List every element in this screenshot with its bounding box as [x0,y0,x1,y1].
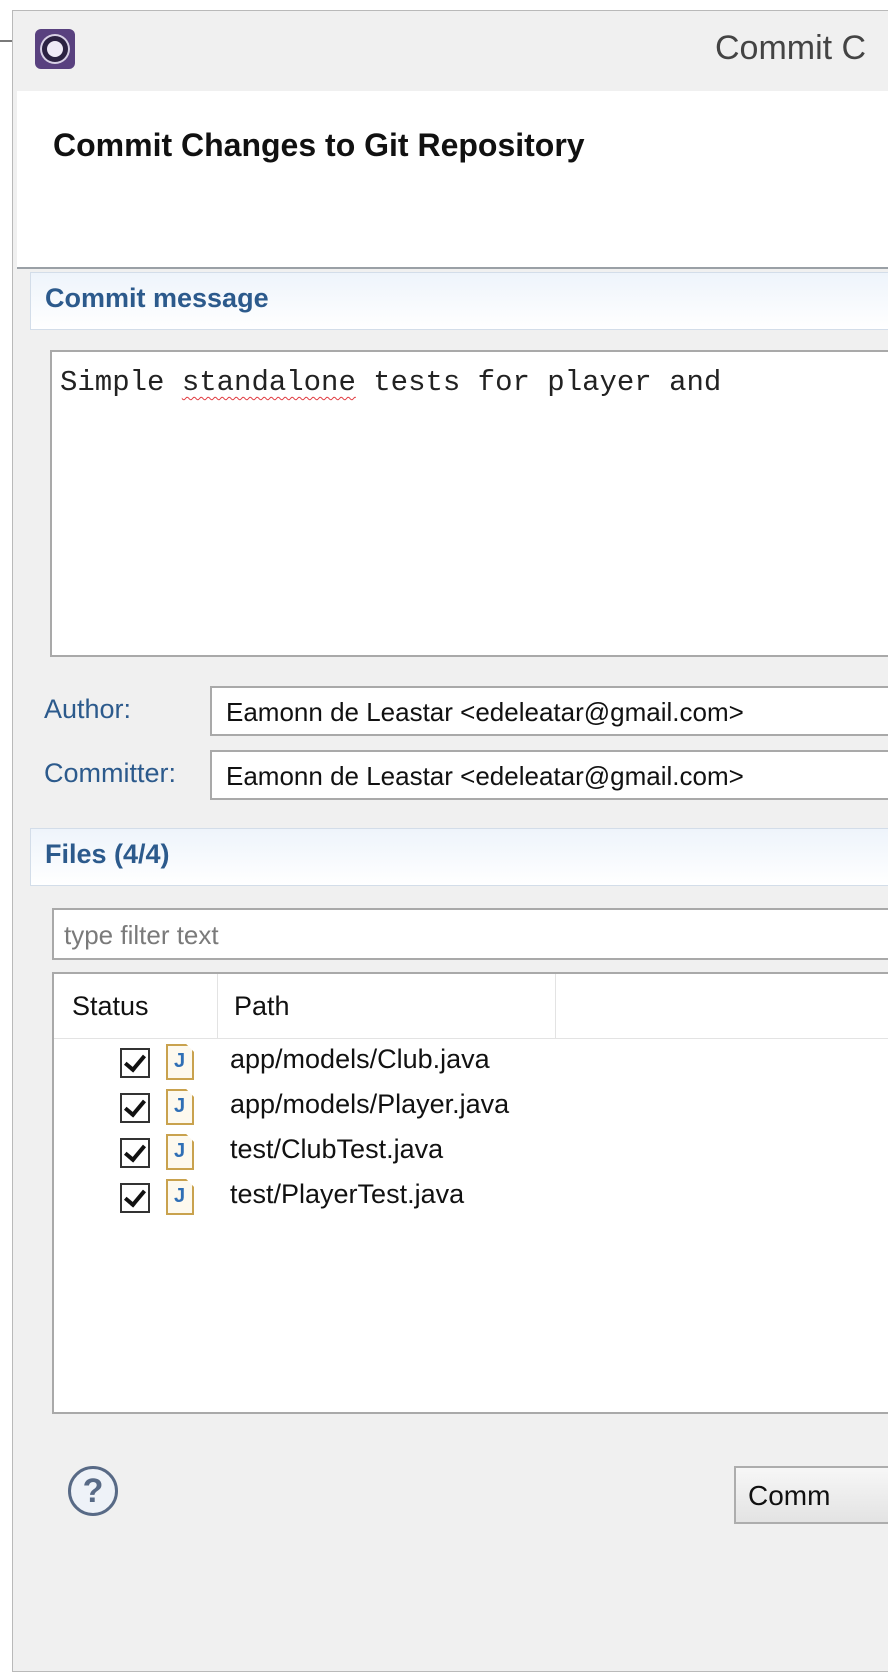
file-path: app/models/Player.java [230,1089,510,1119]
file-checkbox[interactable] [120,1183,150,1213]
author-field[interactable]: Eamonn de Leastar <edeleatar@gmail.com> [210,686,888,736]
committer-label: Committer: [44,758,177,788]
commit-button[interactable]: Comm [734,1466,888,1524]
author-label: Author: [44,694,132,724]
java-file-icon: J [166,1089,194,1125]
commit-message-header-label: Commit message [45,283,269,313]
eclipse-app-icon [35,29,75,69]
table-row[interactable]: J test/PlayerTest.java [54,1175,888,1220]
files-table-header: Status Path [54,974,888,1039]
status-column-header[interactable]: Status [54,974,218,1038]
table-row[interactable]: J app/models/Player.java [54,1085,888,1130]
files-header-label: Files (4/4) [45,839,170,869]
files-section-header[interactable]: Files (4/4) [30,828,888,886]
path-column-header[interactable]: Path [218,974,556,1038]
commit-message-textarea[interactable]: Simple standalone tests for player and [50,350,888,657]
file-checkbox[interactable] [120,1093,150,1123]
file-path: app/models/Club.java [230,1044,490,1074]
commit-message-text-a: Simple [60,366,182,399]
commit-message-section-header[interactable]: Commit message [30,272,888,330]
file-checkbox[interactable] [120,1138,150,1168]
banner-title: Commit Changes to Git Repository [53,127,585,163]
misspelled-word: standalone [181,366,356,399]
java-file-icon: J [166,1044,194,1080]
dialog-banner: Commit Changes to Git Repository [17,91,888,269]
background-line [0,40,12,42]
commit-message-text-b: tests for player and [355,366,722,399]
file-path: test/ClubTest.java [230,1134,444,1164]
help-icon[interactable]: ? [68,1466,118,1516]
java-file-icon: J [166,1134,194,1170]
files-table: Status Path J app/models/Club.java J app… [52,972,888,1414]
java-file-icon: J [166,1179,194,1215]
committer-field[interactable]: Eamonn de Leastar <edeleatar@gmail.com> [210,750,888,800]
file-checkbox[interactable] [120,1048,150,1078]
file-path: test/PlayerTest.java [230,1179,465,1209]
window-title: Commit C [715,29,867,67]
table-row[interactable]: J app/models/Club.java [54,1040,888,1085]
title-bar[interactable]: Commit C [13,11,888,91]
table-row[interactable]: J test/ClubTest.java [54,1130,888,1175]
filter-input[interactable]: type filter text [52,908,888,960]
